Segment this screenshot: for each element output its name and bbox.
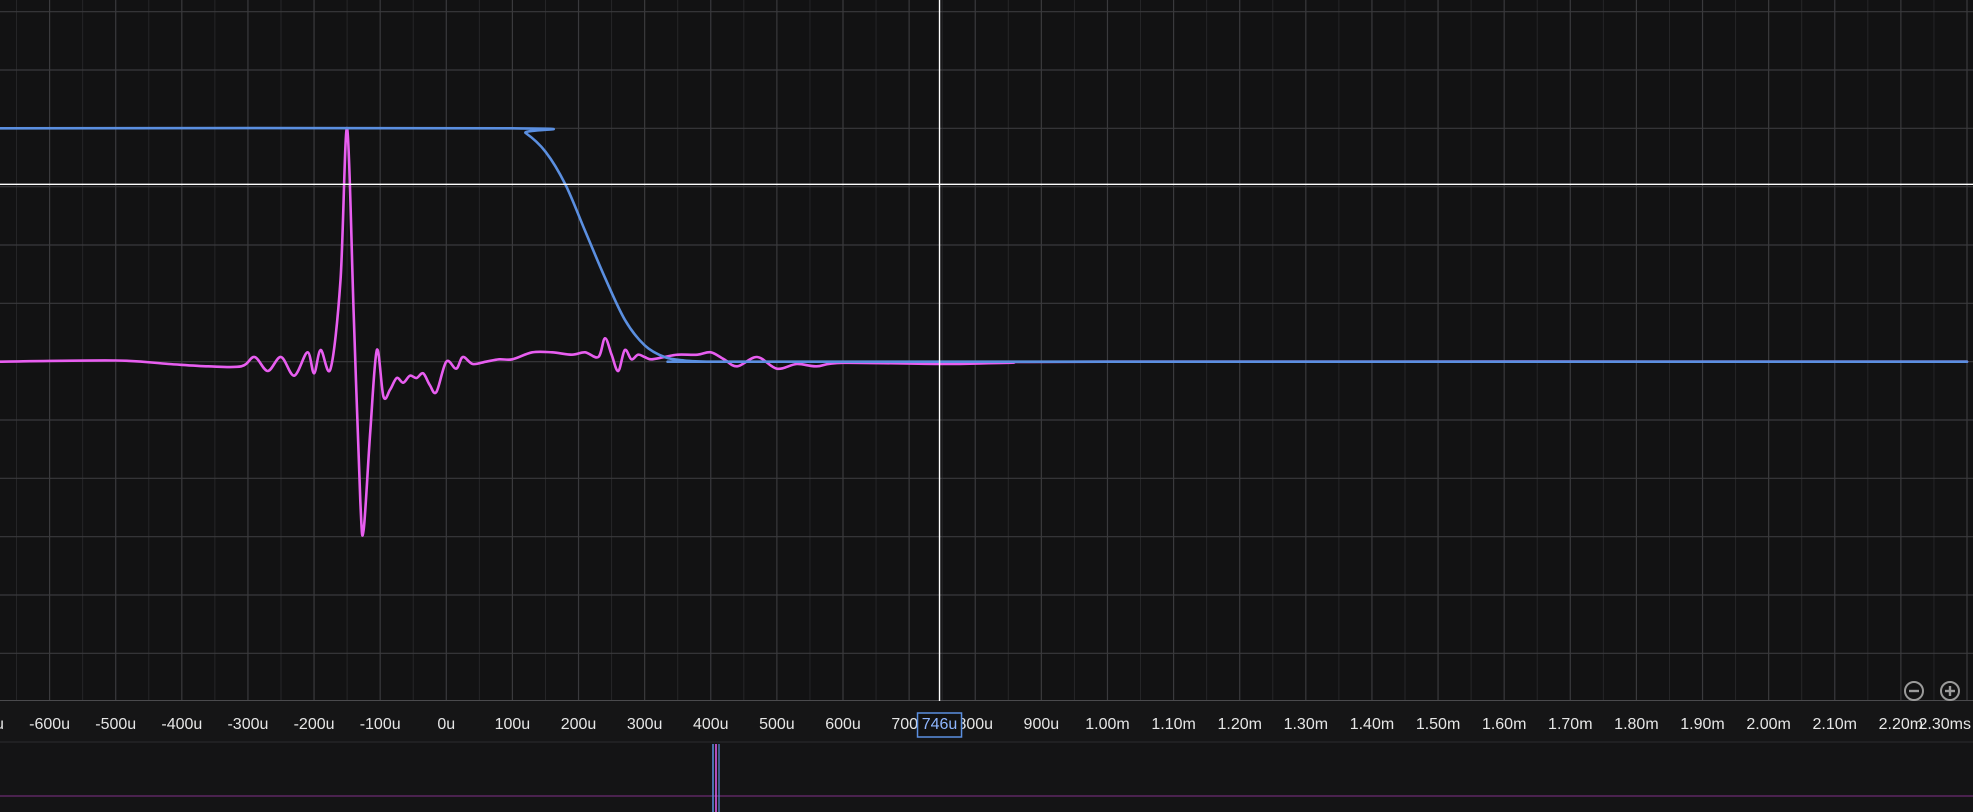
x-tick-label: 400u — [693, 716, 729, 733]
x-tick-label: 1.00m — [1085, 716, 1129, 733]
x-tick-label: 300u — [627, 716, 663, 733]
x-tick-label: -200u — [294, 716, 335, 733]
x-tick-label: -700u — [0, 716, 4, 733]
x-tick-label: 1.10m — [1151, 716, 1195, 733]
x-tick-label: -300u — [227, 716, 268, 733]
x-tick-label: 1.60m — [1482, 716, 1526, 733]
x-tick-label: -100u — [360, 716, 401, 733]
x-tick-label: 1.40m — [1350, 716, 1394, 733]
x-tick-label: 2.30ms — [1919, 716, 1971, 733]
x-tick-label: 600u — [825, 716, 861, 733]
x-tick-label: 100u — [495, 716, 531, 733]
x-tick-label: -400u — [161, 716, 202, 733]
x-tick-label: 1.30m — [1284, 716, 1328, 733]
x-tick-label: 1.50m — [1416, 716, 1460, 733]
x-tick-label: 2.10m — [1813, 716, 1857, 733]
x-axis: -700u -600u -500u -400u -300u -200u -100u 0u 100… — [0, 701, 1973, 742]
x-tick-label: 2.20m — [1879, 716, 1923, 733]
x-tick-label: -500u — [95, 716, 136, 733]
x-tick-label: 1.70m — [1548, 716, 1592, 733]
x-tick-label: 1.80m — [1614, 716, 1658, 733]
x-tick-label: 1.90m — [1680, 716, 1724, 733]
time-domain-plot[interactable]: -700u -600u -500u -400u -300u -200u -100u 0u 100… — [0, 0, 1973, 812]
x-tick-label: 500u — [759, 716, 795, 733]
overview-strip[interactable] — [0, 741, 1973, 812]
x-tick-label: 0u — [437, 716, 455, 733]
plot-background — [0, 0, 1973, 812]
x-tick-label: -600u — [29, 716, 70, 733]
x-tick-label: 2.00m — [1746, 716, 1790, 733]
x-tick-label: 900u — [1024, 716, 1060, 733]
overview-background[interactable] — [0, 742, 1973, 812]
x-tick-label: 800u — [957, 716, 993, 733]
x-tick-label: 200u — [561, 716, 597, 733]
cursor-x-label: 746u — [922, 716, 958, 733]
x-tick-label: 1.20m — [1217, 716, 1261, 733]
